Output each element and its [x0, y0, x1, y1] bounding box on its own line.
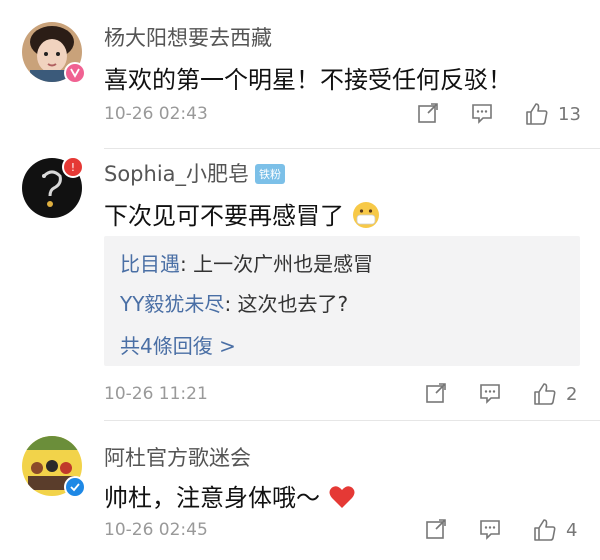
- timestamp: 10-26 02:45: [104, 520, 208, 540]
- comment-actions: 4: [424, 517, 600, 545]
- avatar[interactable]: [22, 22, 86, 84]
- like-count: 2: [566, 383, 578, 405]
- username[interactable]: Sophia_小肥皂 铁粉: [104, 158, 286, 188]
- thumbs-up-icon: [526, 103, 548, 125]
- username-text: Sophia_小肥皂: [104, 162, 250, 186]
- view-more-replies-link[interactable]: 共4條回復 >: [120, 330, 236, 359]
- reply-text: : 上一次广州也是感冒: [180, 252, 374, 276]
- timestamp: 10-26 11:21: [104, 384, 208, 404]
- comment-icon[interactable]: [470, 101, 494, 125]
- comment-icon[interactable]: [478, 517, 502, 541]
- comment-2: ! Sophia_小肥皂 铁粉 下次见可不要再感冒了 比目遇: 上一次广州也是感冒…: [0, 148, 600, 420]
- like-button[interactable]: 13: [524, 101, 581, 127]
- comment-text-body: 下次见可不要再感冒了: [104, 202, 344, 230]
- reply-item[interactable]: 比目遇: 上一次广州也是感冒: [120, 248, 373, 277]
- thumbs-up-icon: [534, 519, 556, 541]
- like-count: 4: [566, 519, 578, 541]
- comment-text: 喜欢的第一个明星！不接受任何反驳！: [104, 66, 512, 94]
- like-count: 13: [558, 103, 581, 125]
- comment-actions: 13: [416, 101, 600, 129]
- fan-tag: 铁粉: [255, 164, 286, 184]
- reply-box[interactable]: 比目遇: 上一次广州也是感冒 YY毅犹未尽: 这次也去了? 共4條回復 >: [104, 236, 580, 366]
- reply-author[interactable]: 比目遇: [120, 252, 180, 276]
- avatar[interactable]: [22, 436, 86, 498]
- verified-icon: [64, 476, 86, 498]
- comment-icon[interactable]: [478, 381, 502, 405]
- avatar[interactable]: !: [22, 156, 84, 218]
- heart-icon: [329, 486, 355, 508]
- share-icon[interactable]: [424, 381, 448, 405]
- notification-icon: !: [62, 156, 84, 178]
- like-button[interactable]: 2: [532, 381, 577, 407]
- timestamp: 10-26 02:43: [104, 104, 208, 124]
- female-icon: [64, 62, 86, 84]
- comment-text-body: 帅杜，注意身体哦～: [104, 484, 320, 512]
- comment-text: 下次见可不要再感冒了: [104, 196, 380, 231]
- reply-item[interactable]: YY毅犹未尽: 这次也去了?: [120, 288, 348, 317]
- mask-face-icon: [352, 202, 379, 228]
- like-button[interactable]: 4: [532, 517, 577, 543]
- comment-3: 阿杜官方歌迷会 帅杜，注意身体哦～ 10-26 02:45 4: [0, 420, 600, 560]
- share-icon[interactable]: [416, 101, 440, 125]
- reply-text: : 这次也去了?: [224, 292, 349, 316]
- reply-author[interactable]: YY毅犹未尽: [120, 292, 224, 316]
- comment-text: 帅杜，注意身体哦～: [104, 478, 356, 513]
- username[interactable]: 阿杜官方歌迷会: [104, 442, 251, 472]
- share-icon[interactable]: [424, 517, 448, 541]
- comment-actions: 2: [424, 381, 600, 409]
- username[interactable]: 杨大阳想要去西藏: [104, 22, 272, 52]
- thumbs-up-icon: [534, 383, 556, 405]
- comment-1: 杨大阳想要去西藏 喜欢的第一个明星！不接受任何反驳！ 10-26 02:43 1…: [0, 0, 600, 150]
